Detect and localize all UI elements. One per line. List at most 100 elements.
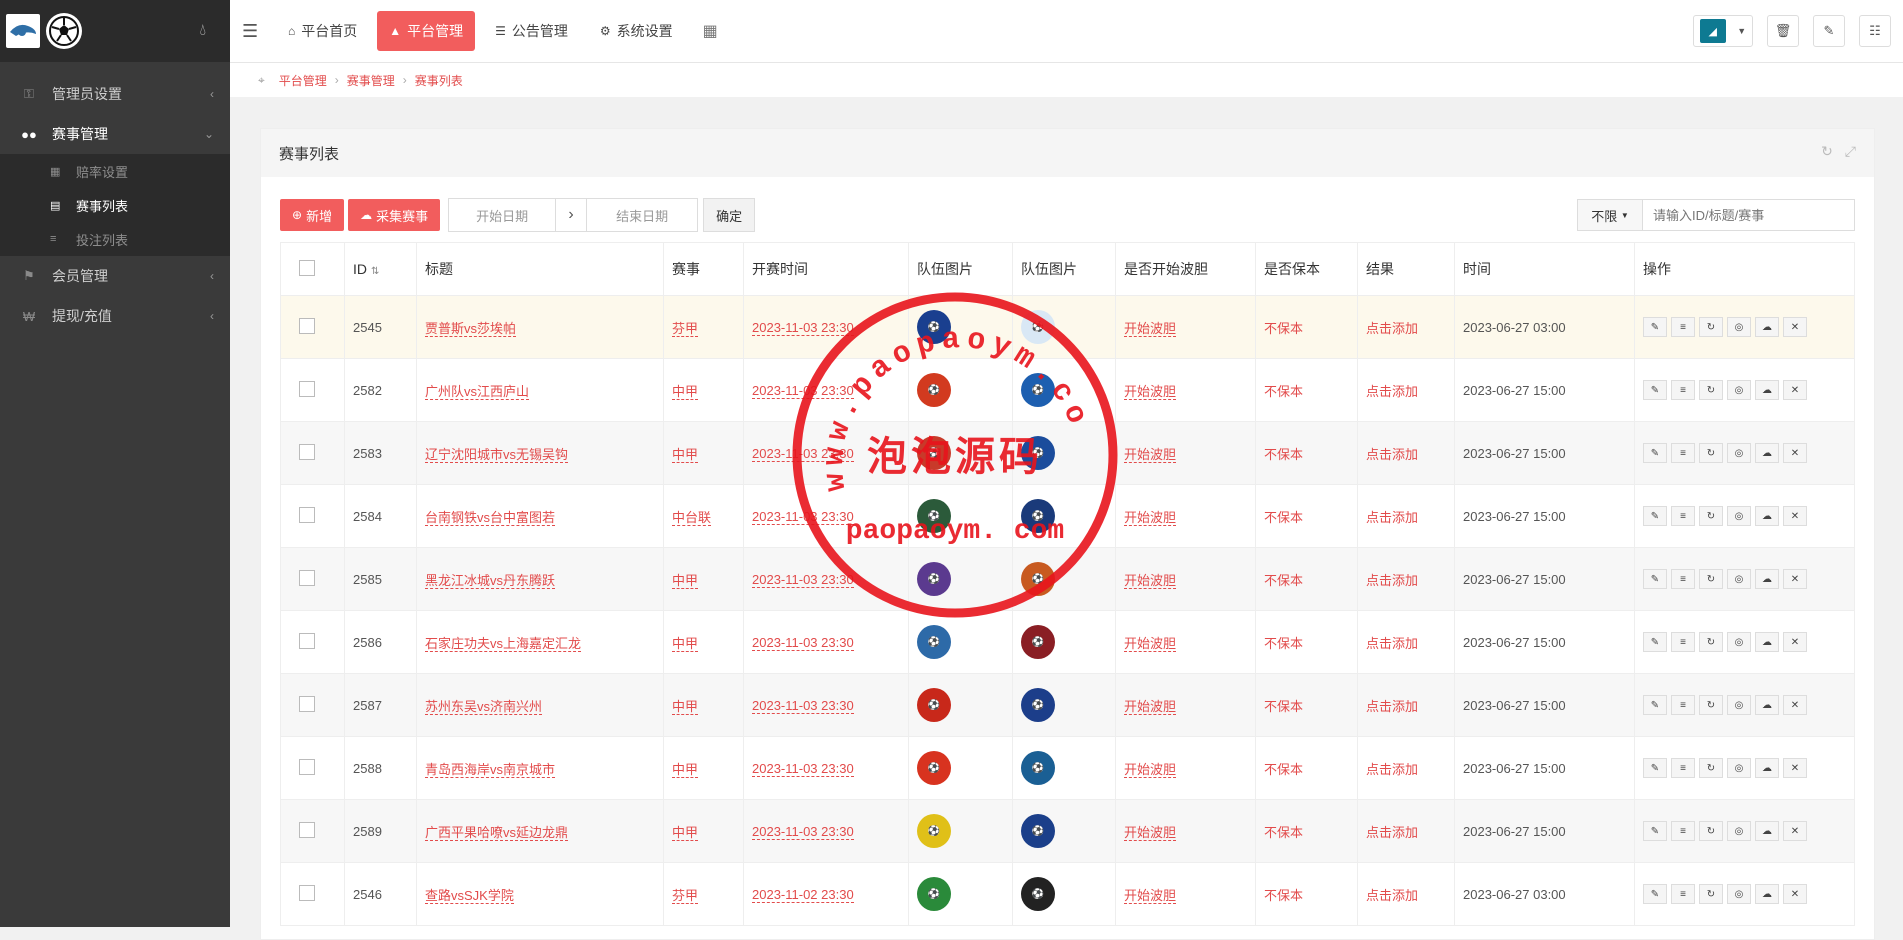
baoben-status[interactable]: 不保本 [1264,699,1303,714]
edit-icon[interactable]: ✎ [1643,317,1667,337]
close-icon[interactable]: ✕ [1783,443,1807,463]
breadcrumb-item[interactable]: 赛事管理 [347,72,395,89]
refresh-icon[interactable]: ↻ [1699,821,1723,841]
list-icon[interactable]: ≡ [1671,569,1695,589]
title-link[interactable]: 贾普斯vs莎埃帕 [425,320,517,337]
title-link[interactable]: 广州队vs江西庐山 [425,383,530,400]
tab-platform-home[interactable]: ⌂ 平台首页 [276,11,369,51]
list-icon[interactable]: ≡ [1671,821,1695,841]
close-icon[interactable]: ✕ [1783,632,1807,652]
logo[interactable] [6,14,40,48]
cloud-upload-icon[interactable]: ☁ [1755,758,1779,778]
start-time-link[interactable]: 2023-11-03 23:30 [752,319,854,336]
list-icon[interactable]: ≡ [1671,380,1695,400]
bodan-link[interactable]: 开始波胆 [1124,446,1177,463]
baoben-status[interactable]: 不保本 [1264,384,1303,399]
row-checkbox[interactable] [299,695,315,712]
select-all-checkbox[interactable] [299,259,315,276]
search-input[interactable] [1643,199,1855,231]
list-icon[interactable]: ≡ [1671,317,1695,337]
filter-select[interactable]: 不限 ▼ [1577,199,1643,231]
add-result-link[interactable]: 点击添加 [1366,321,1418,336]
bodan-link[interactable]: 开始波胆 [1124,698,1177,715]
cloud-upload-icon[interactable]: ☁ [1755,380,1779,400]
sidebar-subitem-odds[interactable]: ▦ 赔率设置 [0,154,230,188]
close-icon[interactable]: ✕ [1783,695,1807,715]
list-icon[interactable]: ≡ [1671,443,1695,463]
start-date-input[interactable]: 开始日期 [448,198,557,232]
sidebar-subitem-bet-list[interactable]: ≡ 投注列表 [0,222,230,256]
breadcrumb-item[interactable]: 平台管理 [279,72,327,89]
cloud-upload-icon[interactable]: ☁ [1755,695,1779,715]
soccer-ball-icon[interactable]: ◎ [1727,380,1751,400]
add-result-link[interactable]: 点击添加 [1366,510,1418,525]
tab-notice-management[interactable]: ☰ 公告管理 [483,11,580,51]
edit-icon[interactable]: ✎ [1643,695,1667,715]
end-date-input[interactable]: 结束日期 [586,198,699,232]
league-link[interactable]: 中甲 [672,824,699,841]
baoben-status[interactable]: 不保本 [1264,888,1303,903]
sidebar-subitem-match-list[interactable]: ▤ 赛事列表 [0,188,230,222]
bodan-link[interactable]: 开始波胆 [1124,635,1177,652]
start-time-link[interactable]: 2023-11-03 23:30 [752,508,854,525]
soccer-ball-icon[interactable]: ◎ [1727,821,1751,841]
title-link[interactable]: 台南钢铁vs台中富图若 [425,509,556,526]
add-result-link[interactable]: 点击添加 [1366,762,1418,777]
league-link[interactable]: 芬甲 [672,887,699,904]
sidebar-item-match-management[interactable]: ●● 赛事管理 ⌄ [0,114,230,154]
row-checkbox[interactable] [299,443,315,460]
start-time-link[interactable]: 2023-11-03 23:30 [752,697,854,714]
baoben-status[interactable]: 不保本 [1264,636,1303,651]
close-icon[interactable]: ✕ [1783,821,1807,841]
baoben-status[interactable]: 不保本 [1264,447,1303,462]
edit-icon[interactable]: ✎ [1643,821,1667,841]
bodan-link[interactable]: 开始波胆 [1124,509,1177,526]
add-result-link[interactable]: 点击添加 [1366,447,1418,462]
add-result-link[interactable]: 点击添加 [1366,699,1418,714]
refresh-icon[interactable]: ↻ [1699,632,1723,652]
baoben-status[interactable]: 不保本 [1264,321,1303,336]
bodan-link[interactable]: 开始波胆 [1124,320,1177,337]
soccer-ball-icon[interactable]: ◎ [1727,632,1751,652]
start-time-link[interactable]: 2023-11-03 23:30 [752,823,854,840]
list-icon[interactable]: ≡ [1671,506,1695,526]
title-link[interactable]: 石家庄功夫vs上海嘉定汇龙 [425,635,582,652]
refresh-icon[interactable]: ↻ [1699,443,1723,463]
cloud-upload-icon[interactable]: ☁ [1755,443,1779,463]
refresh-icon[interactable]: ↻ [1699,317,1723,337]
title-link[interactable]: 苏州东吴vs济南兴州 [425,698,543,715]
row-checkbox[interactable] [299,821,315,838]
tab-system-settings[interactable]: ⚙ 系统设置 [588,11,685,51]
league-link[interactable]: 中甲 [672,635,699,652]
add-result-link[interactable]: 点击添加 [1366,825,1418,840]
baoben-status[interactable]: 不保本 [1264,762,1303,777]
confirm-button[interactable]: 确定 [703,198,756,232]
refresh-icon[interactable]: ↻ [1699,758,1723,778]
row-checkbox[interactable] [299,758,315,775]
close-icon[interactable]: ✕ [1783,758,1807,778]
edit-icon[interactable]: ✎ [1643,758,1667,778]
list-icon[interactable]: ≡ [1671,632,1695,652]
edit-icon[interactable]: ✎ [1643,443,1667,463]
list-icon[interactable]: ≡ [1671,884,1695,904]
league-link[interactable]: 中甲 [672,446,699,463]
edit-icon[interactable]: ✎ [1643,569,1667,589]
close-icon[interactable]: ✕ [1783,317,1807,337]
collect-matches-button[interactable]: ☁ 采集赛事 [348,199,441,231]
theme-drop-icon[interactable]: 💧︎ [200,22,206,40]
edit-icon[interactable]: ✎ [1643,632,1667,652]
expand-icon[interactable]: ⤢ [1845,143,1856,160]
clear-cache-button[interactable]: 🗑︎ [1767,15,1799,47]
soccer-ball-icon[interactable]: ◎ [1727,443,1751,463]
add-result-link[interactable]: 点击添加 [1366,888,1418,903]
user-menu-button[interactable]: ◢ ▼ [1693,15,1753,47]
row-checkbox[interactable] [299,632,315,649]
refresh-icon[interactable]: ↻ [1699,380,1723,400]
soccer-ball-icon[interactable]: ◎ [1727,695,1751,715]
list-icon[interactable]: ≡ [1671,695,1695,715]
title-link[interactable]: 黑龙江冰城vs丹东腾跃 [425,572,556,589]
bodan-link[interactable]: 开始波胆 [1124,887,1177,904]
league-link[interactable]: 中台联 [672,509,712,526]
row-checkbox[interactable] [299,380,315,397]
cloud-upload-icon[interactable]: ☁ [1755,821,1779,841]
